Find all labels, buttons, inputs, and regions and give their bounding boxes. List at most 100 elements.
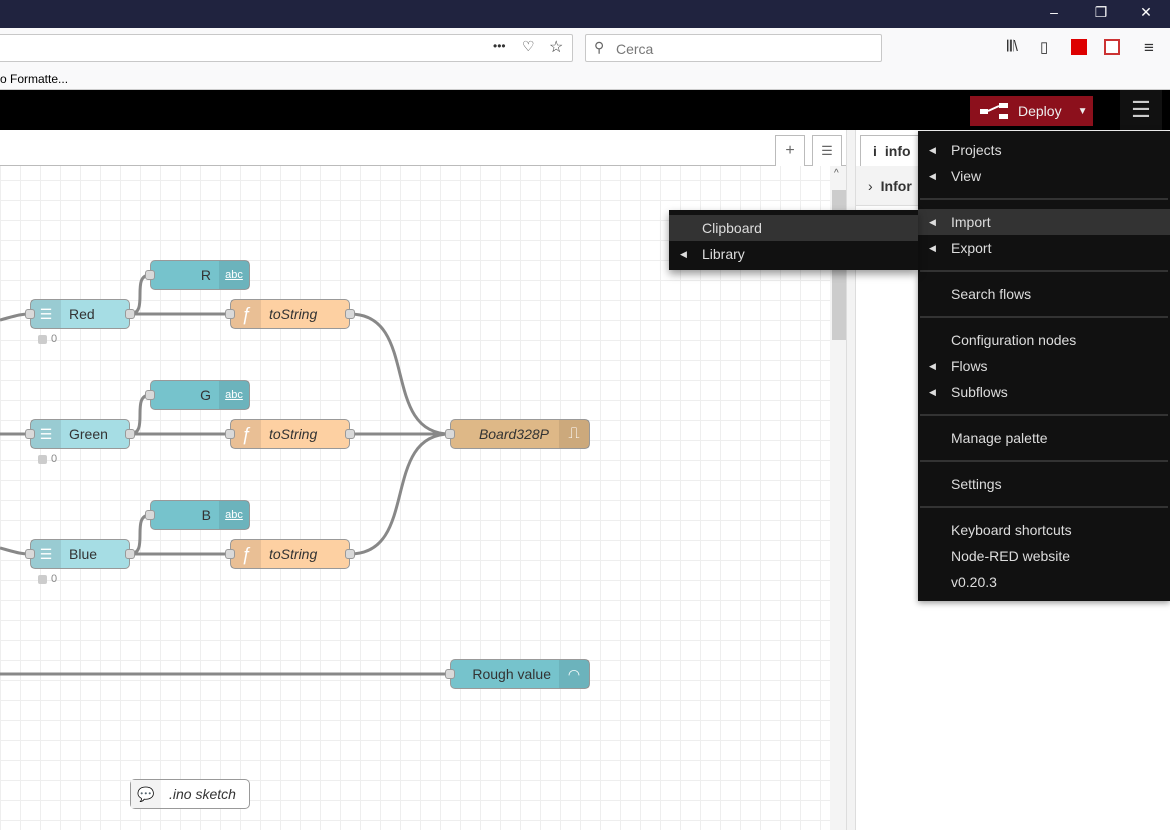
switch-node-red[interactable]: ☰ Red: [25, 299, 135, 329]
output-port[interactable]: [125, 429, 135, 439]
menu-item-flows[interactable]: ◀ Flows: [918, 353, 1170, 379]
add-flow-button[interactable]: +: [775, 135, 805, 166]
input-port[interactable]: [25, 309, 35, 319]
serial-node-board328p[interactable]: Board328P ⎍: [445, 419, 590, 449]
input-port[interactable]: [445, 669, 455, 679]
workspace-tabs: + ☰: [0, 130, 846, 166]
nodered-header: Deploy ▼ ☰: [0, 90, 1170, 130]
node-label: toString: [269, 306, 318, 322]
text-node-b[interactable]: Babc: [145, 500, 250, 530]
gauge-icon: ◠: [559, 660, 589, 688]
node-label: .ino sketch: [169, 786, 236, 802]
function-node-tostring[interactable]: ƒ toString: [225, 299, 355, 329]
node-label: toString: [269, 426, 318, 442]
menu-item-view[interactable]: ◀ View: [918, 163, 1170, 189]
menu-divider: [918, 405, 1170, 425]
function-icon: ƒ: [231, 420, 261, 448]
output-port[interactable]: [125, 309, 135, 319]
minimize-button[interactable]: –: [1042, 4, 1066, 20]
input-port[interactable]: [145, 390, 155, 400]
menu-item-website[interactable]: Node-RED website: [918, 543, 1170, 569]
node-label: Blue: [69, 546, 98, 562]
menu-item-search-flows[interactable]: Search flows: [918, 281, 1170, 307]
output-port[interactable]: [345, 549, 355, 559]
bookmarks-bar: o Formatte...: [0, 68, 1170, 90]
pocket-icon[interactable]: ♡: [522, 38, 535, 55]
gauge-node-rough-value[interactable]: Rough value ◠: [445, 659, 590, 689]
search-placeholder: Cerca: [616, 41, 654, 57]
output-port[interactable]: [345, 429, 355, 439]
node-label: Board328P: [478, 426, 549, 442]
page-actions-button[interactable]: •••: [493, 39, 506, 53]
info-icon: i: [873, 143, 877, 159]
scroll-up-icon[interactable]: ^: [834, 168, 839, 179]
submenu-item-clipboard[interactable]: Clipboard: [669, 215, 918, 241]
node-label: G: [200, 387, 211, 403]
comment-node[interactable]: 💬 .ino sketch: [130, 779, 250, 809]
hamburger-menu-icon[interactable]: ≡: [1144, 38, 1154, 58]
sidebar-icon[interactable]: ▯: [1040, 38, 1048, 56]
extension-icon[interactable]: [1071, 39, 1087, 55]
bookmark-item[interactable]: o Formatte...: [0, 72, 68, 86]
chevron-right-icon: ›: [868, 178, 873, 194]
input-port[interactable]: [225, 549, 235, 559]
switch-node-green[interactable]: ☰ Green: [25, 419, 135, 449]
menu-item-settings[interactable]: Settings: [918, 471, 1170, 497]
node-label: Green: [69, 426, 108, 442]
input-port[interactable]: [25, 549, 35, 559]
input-port[interactable]: [225, 309, 235, 319]
function-node-tostring[interactable]: ƒ toString: [225, 419, 355, 449]
menu-item-configuration-nodes[interactable]: Configuration nodes: [918, 327, 1170, 353]
input-port[interactable]: [145, 510, 155, 520]
switch-node-blue[interactable]: ☰ Blue: [25, 539, 135, 569]
deploy-label: Deploy: [1018, 103, 1062, 119]
close-button[interactable]: ✕: [1134, 4, 1158, 21]
deploy-dropdown-icon[interactable]: ▼: [1078, 106, 1088, 117]
list-flows-button[interactable]: ☰: [812, 135, 842, 166]
menu-divider: [918, 451, 1170, 471]
library-icon[interactable]: 𝄃𝄃\: [1007, 38, 1018, 55]
serial-port-icon: ⎍: [559, 420, 589, 448]
search-input[interactable]: ⚲ Cerca: [585, 34, 882, 62]
node-label: Rough value: [472, 666, 551, 682]
bookmark-star-icon[interactable]: ☆: [549, 37, 563, 57]
input-port[interactable]: [225, 429, 235, 439]
abc-icon: abc: [219, 501, 249, 529]
menu-item-import[interactable]: ◀ Import: [918, 209, 1170, 235]
submenu-item-library[interactable]: ◀ Library: [669, 241, 918, 267]
menu-item-keyboard-shortcuts[interactable]: Keyboard shortcuts: [918, 517, 1170, 543]
search-icon: ⚲: [594, 39, 605, 55]
caret-left-icon: ◀: [680, 249, 687, 259]
node-status: 0: [38, 453, 57, 465]
menu-item-subflows[interactable]: ◀ Subflows: [918, 379, 1170, 405]
url-bar[interactable]: ••• ♡ ☆: [0, 34, 573, 62]
input-port[interactable]: [145, 270, 155, 280]
comment-icon: 💬: [131, 780, 161, 808]
deploy-button[interactable]: Deploy ▼: [970, 96, 1093, 126]
main-menu-button[interactable]: ☰: [1120, 90, 1162, 130]
function-node-tostring[interactable]: ƒ toString: [225, 539, 355, 569]
extension-icon-2[interactable]: [1104, 39, 1120, 55]
node-label: Red: [69, 306, 95, 322]
caret-left-icon: ◀: [929, 243, 936, 253]
menu-item-export[interactable]: ◀ Export: [918, 235, 1170, 261]
menu-item-manage-palette[interactable]: Manage palette: [918, 425, 1170, 451]
slider-icon: ☰: [31, 540, 61, 568]
input-port[interactable]: [25, 429, 35, 439]
import-submenu: Clipboard ◀ Library: [669, 210, 918, 270]
menu-divider: [918, 497, 1170, 517]
slider-icon: ☰: [31, 300, 61, 328]
menu-item-projects[interactable]: ◀ Projects: [918, 137, 1170, 163]
node-status: 0: [38, 333, 57, 345]
caret-left-icon: ◀: [929, 145, 936, 155]
node-label: R: [200, 267, 211, 283]
input-port[interactable]: [445, 429, 455, 439]
output-port[interactable]: [345, 309, 355, 319]
restore-button[interactable]: ❐: [1089, 4, 1113, 21]
menu-divider: [918, 189, 1170, 209]
text-node-r[interactable]: Rabc: [145, 260, 250, 290]
menu-divider: [918, 261, 1170, 281]
output-port[interactable]: [125, 549, 135, 559]
text-node-g[interactable]: Gabc: [145, 380, 250, 410]
caret-left-icon: ◀: [929, 171, 936, 181]
